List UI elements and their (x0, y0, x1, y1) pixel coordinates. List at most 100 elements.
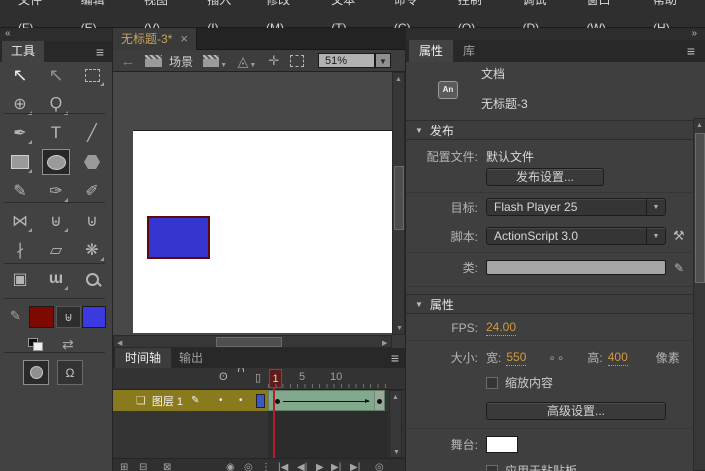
close-tab-icon[interactable]: × (180, 28, 188, 50)
collapse-panel-icon[interactable]: « (5, 28, 11, 39)
properties-panel-menu-icon[interactable]: ≡ (687, 44, 695, 58)
wrench-icon[interactable]: ⚒ (673, 228, 685, 244)
edit-symbols-button[interactable]: ◬ ▼ (235, 50, 259, 72)
layer-name[interactable]: 图层 1 (152, 393, 183, 409)
timeline-vscrollbar[interactable]: ▲ ▼ (389, 390, 402, 458)
stage[interactable] (133, 130, 392, 333)
outline-layers-icon[interactable]: ▯ (255, 371, 261, 384)
snap-to-objects-toggle[interactable]: Ω (57, 360, 83, 385)
canvas-pasteboard[interactable]: ▲ ▼ ◀ ▶ (113, 72, 405, 348)
tab-timeline[interactable]: 时间轴 (115, 348, 172, 368)
class-input[interactable] (486, 260, 666, 275)
pencil-tool[interactable]: ✎ (6, 178, 34, 204)
expand-panels-icon[interactable]: » (691, 28, 697, 39)
tab-properties[interactable]: 属性 (409, 40, 454, 62)
zoom-level-dropdown-button[interactable]: ▼ (375, 53, 391, 68)
paint-bucket-tool[interactable]: ⊎ (42, 208, 70, 234)
document-tab[interactable]: 无标题-3* × (113, 28, 197, 50)
paintbrush-tool[interactable]: ✐ (78, 178, 106, 204)
canvas-vscrollbar-thumb[interactable] (394, 166, 404, 230)
edit-class-pencil-icon[interactable]: ✎ (674, 261, 684, 275)
scroll-left-icon[interactable]: ◀ (117, 339, 122, 347)
zoom-level-field[interactable]: 51% (318, 53, 375, 68)
new-folder-button[interactable]: ⊟ (139, 462, 147, 471)
delete-layer-button[interactable]: ⊠ (163, 462, 171, 471)
eraser-tool[interactable]: ▱ (42, 237, 70, 263)
camera-tool[interactable]: ▣ (6, 266, 34, 292)
loop-button[interactable]: ◎ (375, 462, 384, 471)
width-value[interactable]: 550 (506, 350, 527, 366)
free-transform-tool[interactable] (78, 62, 106, 88)
blue-rectangle-shape[interactable] (147, 216, 210, 259)
tween-span[interactable] (268, 390, 385, 411)
go-to-first-frame-button[interactable]: |◀ (278, 462, 288, 471)
edit-scene-button[interactable]: ▼ (203, 50, 227, 72)
timeline-scroll-down-icon[interactable]: ▼ (390, 449, 403, 456)
go-to-last-frame-button[interactable]: ▶| (350, 462, 360, 471)
tools-panel-menu-icon[interactable]: ≡ (96, 45, 104, 59)
bone-tool[interactable]: ⋈ (6, 208, 34, 234)
new-layer-button[interactable]: ⊞ (120, 462, 128, 471)
scene-breadcrumb[interactable]: 场景 (169, 50, 193, 72)
target-dropdown[interactable]: Flash Player 25 ▼ (486, 198, 666, 216)
fps-value[interactable]: 24.00 (486, 320, 517, 336)
subselection-tool[interactable]: ↖ (42, 62, 70, 88)
publish-settings-button[interactable]: 发布设置... (486, 168, 604, 186)
polystar-tool[interactable] (78, 149, 106, 175)
start-keyframe-dot[interactable] (275, 399, 280, 404)
eyedropper-tool[interactable]: ∤ (6, 237, 34, 263)
canvas-hscrollbar[interactable]: ◀ ▶ (113, 335, 392, 348)
oval-tool-selected[interactable] (42, 149, 70, 175)
height-value[interactable]: 400 (607, 350, 628, 366)
scroll-right-icon[interactable]: ▶ (382, 339, 387, 347)
zoom-tool[interactable] (78, 266, 106, 292)
tab-tools[interactable]: 工具 (2, 41, 45, 62)
rectangle-tool[interactable] (6, 149, 34, 175)
center-playhead-button[interactable]: ⋮ (261, 462, 271, 471)
line-tool[interactable]: ╱ (78, 120, 106, 146)
canvas-vscrollbar[interactable]: ▲ ▼ (392, 72, 405, 335)
selection-tool[interactable]: ↖ (6, 62, 34, 88)
properties-scroll-up-icon[interactable]: ▲ (694, 122, 705, 129)
layer-visibility-dot[interactable]: • (219, 395, 223, 406)
stage-color-swatch[interactable] (486, 436, 518, 453)
playhead-line[interactable] (273, 388, 275, 458)
scale-content-checkbox[interactable] (486, 376, 498, 389)
pen-tool[interactable]: ✒ (6, 120, 34, 146)
object-drawing-toggle[interactable] (23, 360, 49, 385)
timeline-panel-menu-icon[interactable]: ≡ (391, 351, 399, 365)
fill-color-swatch[interactable] (82, 306, 106, 328)
link-broken-icon[interactable]: ∘∘ (548, 351, 565, 365)
timeline-scroll-up-icon[interactable]: ▲ (390, 394, 401, 401)
hand-tool[interactable]: ɯ (42, 266, 70, 292)
publish-section-header[interactable]: ▼ 发布 (406, 120, 705, 140)
tab-library[interactable]: 库 (453, 40, 485, 62)
layer-lock-dot[interactable]: • (239, 395, 243, 406)
onion-skin-outline-button[interactable]: ◎ (244, 462, 253, 471)
scroll-down-icon[interactable]: ▼ (393, 325, 405, 332)
onion-skin-button[interactable]: ◉ (226, 462, 235, 471)
step-back-button[interactable]: ◀| (297, 462, 307, 471)
back-button[interactable]: ← (119, 50, 137, 72)
play-button[interactable]: ▶ (316, 462, 324, 471)
text-tool[interactable]: T (42, 120, 70, 146)
script-dropdown[interactable]: ActionScript 3.0 ▼ (486, 227, 666, 245)
show-hide-layers-icon[interactable]: ʘ (219, 371, 228, 383)
apply-to-pasteboard-checkbox[interactable] (486, 464, 498, 471)
clip-to-stage-button[interactable] (287, 50, 307, 72)
end-keyframe-dot[interactable] (377, 399, 382, 404)
scroll-up-icon[interactable]: ▲ (393, 76, 404, 83)
asset-warp-tool[interactable]: ❋ (78, 237, 106, 263)
properties-section-header[interactable]: ▼ 属性 (406, 294, 705, 314)
advanced-settings-button[interactable]: 高级设置... (486, 402, 666, 420)
properties-vscrollbar-thumb[interactable] (695, 133, 705, 283)
swap-colors-button[interactable]: ⇄ (62, 336, 74, 353)
step-forward-button[interactable]: ▶| (331, 462, 341, 471)
properties-vscrollbar[interactable]: ▲ (693, 118, 705, 471)
layer-row-selected[interactable]: ❏ 图层 1 ✎ • • (113, 390, 268, 411)
default-colors-button[interactable] (28, 338, 43, 351)
ink-bottle-tool[interactable]: ⊍ (78, 208, 106, 234)
tab-output[interactable]: 输出 (169, 348, 213, 368)
canvas-hscrollbar-thumb[interactable] (216, 337, 282, 347)
stroke-color-swatch[interactable] (29, 306, 54, 328)
